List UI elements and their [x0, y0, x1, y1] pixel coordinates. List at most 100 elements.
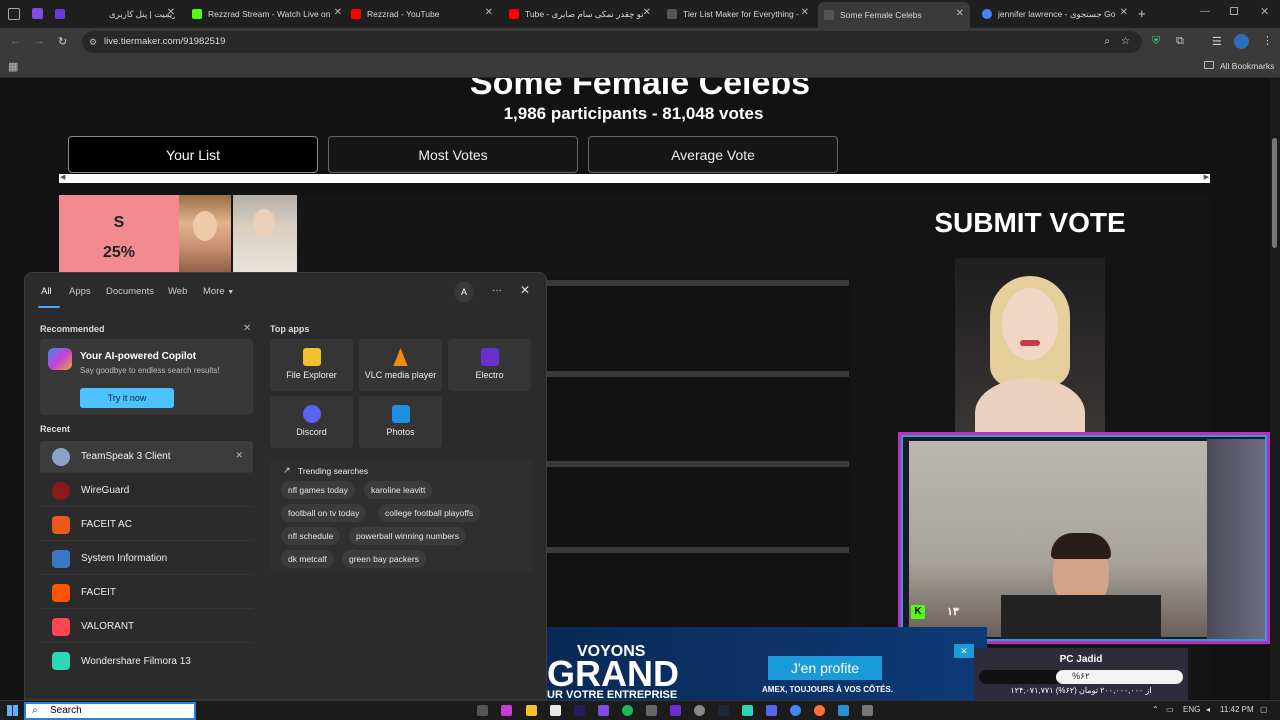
network-icon[interactable]: ▭: [1166, 705, 1174, 714]
taskbar-chrome-icon[interactable]: [790, 705, 801, 716]
address-bar[interactable]: ⚙ live.tiermaker.com/91982519 ⌕ ☆: [82, 31, 1142, 53]
trending-chip[interactable]: nfl games today: [281, 481, 356, 499]
trending-chip[interactable]: nfl schedule: [281, 527, 341, 545]
recent-item-system-information[interactable]: System Information: [40, 543, 253, 575]
close-icon[interactable]: ✕: [485, 7, 493, 18]
taskbar-premiere-icon[interactable]: [574, 705, 585, 716]
all-bookmarks-link[interactable]: All Bookmarks: [1220, 61, 1274, 71]
try-it-now-button[interactable]: Try it now: [80, 388, 174, 408]
taskbar-steam-icon[interactable]: [718, 705, 729, 716]
taskbar-app-icon[interactable]: [646, 705, 657, 716]
trending-chip[interactable]: college football playoffs: [378, 504, 481, 522]
zoom-icon[interactable]: ⌕: [1104, 31, 1110, 53]
tab-6-active[interactable]: Some Female Celebs ✕: [818, 2, 970, 28]
recent-item-wireguard[interactable]: WireGuard: [40, 475, 253, 507]
account-avatar[interactable]: A: [454, 282, 474, 302]
top-app-photos[interactable]: Photos: [359, 396, 442, 448]
site-info-icon[interactable]: ⚙: [89, 31, 97, 53]
taskbar-app-icon[interactable]: [598, 705, 609, 716]
filter-all[interactable]: All: [41, 286, 52, 297]
back-icon[interactable]: ←: [10, 35, 21, 47]
close-icon[interactable]: ✕: [1120, 7, 1128, 18]
media-icon[interactable]: ☰: [1212, 35, 1222, 48]
bookmark-star-icon[interactable]: ☆: [1121, 31, 1130, 53]
tab-most-votes[interactable]: Most Votes: [328, 136, 578, 173]
celebrity-thumbnail[interactable]: [179, 195, 231, 275]
taskbar-discord-icon[interactable]: [766, 705, 777, 716]
ad-banner[interactable]: VOYONS GRAND UR VOTRE ENTREPRISE J'en pr…: [547, 627, 987, 701]
filter-apps[interactable]: Apps: [69, 286, 91, 297]
top-app-vlc[interactable]: VLC media player: [359, 339, 442, 391]
taskbar-electro-icon[interactable]: [670, 705, 681, 716]
ad-close-icon[interactable]: ✕: [954, 644, 974, 658]
close-icon[interactable]: ✕: [956, 8, 964, 19]
taskbar-copilot-icon[interactable]: [501, 705, 512, 716]
tab-2[interactable]: Rezzrad Stream - Watch Live on ✕: [192, 4, 342, 24]
taskbar-search-input[interactable]: ⌕ Search: [24, 702, 196, 720]
top-app-file-explorer[interactable]: File Explorer: [270, 339, 353, 391]
options-menu-icon[interactable]: ···: [492, 285, 502, 296]
horizontal-scrollbar[interactable]: ◀ ▶: [59, 174, 1210, 183]
trending-chip[interactable]: dk metcalf: [281, 550, 334, 568]
recent-item-faceit[interactable]: FACEIT: [40, 577, 253, 609]
windows-start-icon[interactable]: [7, 705, 18, 716]
apps-grid-icon[interactable]: ▦: [8, 60, 18, 73]
language-indicator[interactable]: ENG: [1183, 705, 1200, 714]
celebrity-thumbnail[interactable]: [233, 195, 297, 275]
filter-more[interactable]: More ▼: [203, 286, 234, 297]
vote-candidate-image[interactable]: [955, 258, 1105, 438]
menu-dots-icon[interactable]: ⋮: [1262, 34, 1273, 47]
top-app-electro[interactable]: Electro: [448, 339, 531, 391]
tab-7[interactable]: jennifer lawrence - جستجوی Go ✕: [982, 4, 1128, 24]
tab-4[interactable]: Tube - تو چقدر نمکی سام صابری ✕: [509, 4, 651, 24]
tab-average-vote[interactable]: Average Vote: [588, 136, 838, 173]
notifications-icon[interactable]: ▢: [1260, 705, 1268, 714]
taskbar-firefox-icon[interactable]: [814, 705, 825, 716]
taskbar-app-icon[interactable]: [550, 705, 561, 716]
extensions-icon[interactable]: ⧉: [1176, 35, 1184, 48]
close-window-icon[interactable]: ✕: [1260, 5, 1269, 18]
recent-item-filmora[interactable]: Wondershare Filmora 13: [40, 645, 253, 677]
copilot-card[interactable]: Your AI-powered Copilot Say goodbye to e…: [40, 339, 253, 415]
new-tab-button[interactable]: +: [1138, 6, 1146, 21]
trending-chip[interactable]: powerball winning numbers: [349, 527, 467, 545]
trending-chip[interactable]: karoline leavitt: [364, 481, 433, 499]
scroll-left-icon[interactable]: ◀: [60, 173, 65, 181]
ad-cta-button[interactable]: J'en profite: [768, 656, 882, 680]
browser-menu-icon[interactable]: [8, 8, 20, 20]
close-icon[interactable]: ✕: [167, 7, 175, 18]
reload-icon[interactable]: ↻: [58, 35, 67, 48]
minimize-icon[interactable]: —: [1200, 6, 1210, 17]
tab-5[interactable]: Tier List Maker for Everything - ✕: [667, 4, 809, 24]
close-icon[interactable]: ✕: [334, 7, 342, 18]
vertical-scrollbar-thumb[interactable]: [1272, 138, 1277, 248]
taskbar-explorer-icon[interactable]: [526, 705, 537, 716]
forward-icon[interactable]: →: [34, 35, 45, 47]
recent-item-valorant[interactable]: VALORANT: [40, 611, 253, 643]
recent-item-teamspeak[interactable]: TeamSpeak 3 Client ✕: [40, 441, 253, 473]
top-app-discord[interactable]: Discord: [270, 396, 353, 448]
taskbar-app-icon[interactable]: [862, 705, 873, 716]
profile-avatar[interactable]: [1234, 34, 1249, 49]
tab-your-list[interactable]: Your List: [68, 136, 318, 173]
trending-chip[interactable]: football on tv today: [281, 504, 367, 522]
volume-icon[interactable]: ◂: [1206, 705, 1210, 714]
dismiss-recommended-icon[interactable]: ✕: [243, 323, 251, 334]
taskbar-app-icon[interactable]: [742, 705, 753, 716]
taskbar-app-icon[interactable]: [838, 705, 849, 716]
restore-icon[interactable]: [1230, 7, 1238, 15]
scroll-right-icon[interactable]: ▶: [1204, 173, 1209, 181]
close-icon[interactable]: ✕: [801, 7, 809, 18]
extension-shield-icon[interactable]: ⛨: [1152, 35, 1160, 48]
taskbar-app-icon[interactable]: [694, 705, 705, 716]
filter-documents[interactable]: Documents: [106, 286, 154, 297]
tab-1[interactable]: زیمیت | پنل کاربری ✕: [55, 4, 175, 24]
close-icon[interactable]: ✕: [643, 7, 651, 18]
filter-web[interactable]: Web: [168, 286, 187, 297]
tab-3[interactable]: Rezzrad - YouTube ✕: [351, 4, 493, 24]
trending-chip[interactable]: green bay packers: [342, 550, 426, 568]
close-icon[interactable]: ✕: [520, 283, 530, 297]
taskbar-app-icon[interactable]: [477, 705, 488, 716]
clock[interactable]: 11:42 PM: [1220, 705, 1254, 714]
remove-icon[interactable]: ✕: [235, 450, 243, 461]
